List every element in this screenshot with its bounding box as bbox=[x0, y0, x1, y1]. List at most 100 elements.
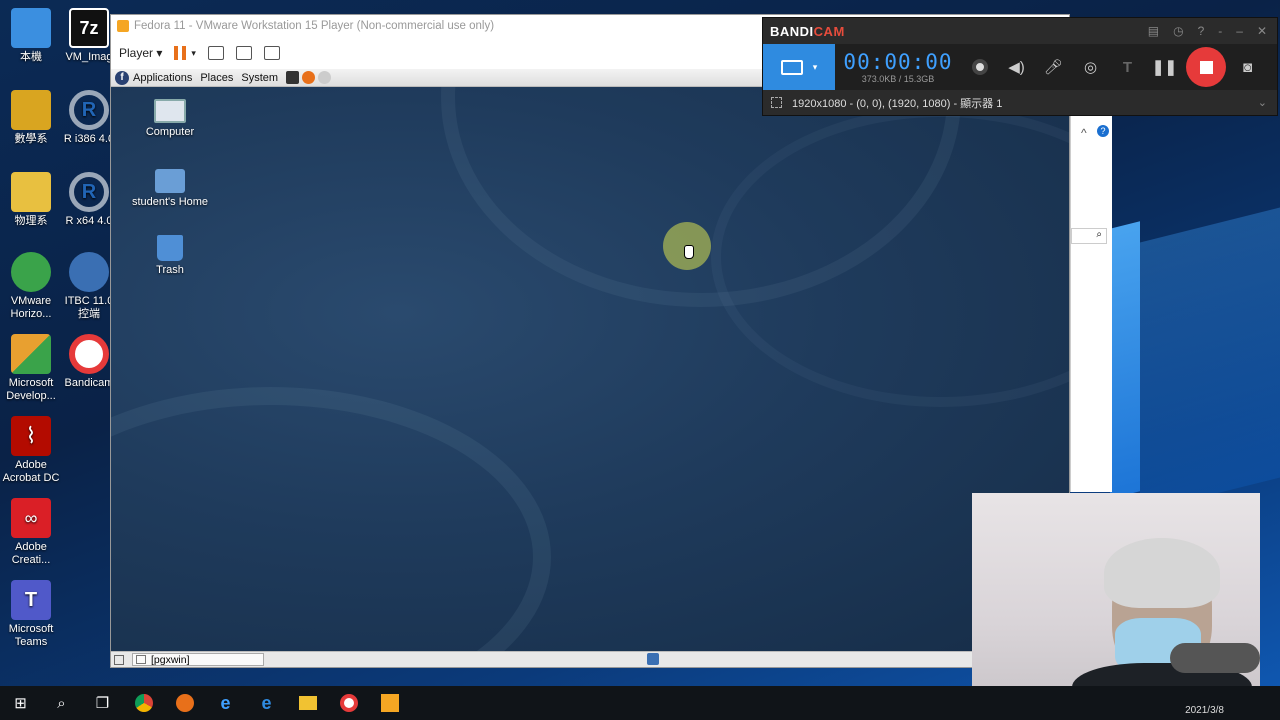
applications-menu[interactable]: f Applications bbox=[115, 70, 192, 85]
bandicam-titlebar[interactable]: BANDICAM ▤ ◷ ? - – ✕ bbox=[763, 18, 1277, 44]
webcam-overlay bbox=[972, 493, 1260, 709]
show-desktop-icon[interactable] bbox=[114, 654, 124, 665]
folder-icon bbox=[11, 90, 51, 130]
presenter-hair bbox=[1104, 538, 1220, 608]
close-icon[interactable]: ✕ bbox=[1257, 24, 1267, 38]
screenshot-button[interactable]: ◙ bbox=[1229, 44, 1266, 90]
computer-icon bbox=[154, 99, 186, 123]
microphone-button[interactable]: 🎤︎ bbox=[1035, 44, 1072, 90]
trash-icon bbox=[157, 235, 183, 261]
guest-icon-computer[interactable]: Computer bbox=[125, 99, 215, 138]
taskbar-firefox[interactable] bbox=[164, 686, 205, 720]
search-button[interactable]: ⌕ bbox=[41, 686, 82, 720]
home-folder-icon bbox=[155, 169, 185, 193]
bandicam-region-bar[interactable]: 1920x1080 - (0, 0), (1920, 1080) - 顯示器 1… bbox=[763, 90, 1277, 115]
search-icon: ⌕ bbox=[57, 694, 66, 712]
vmware-title: Fedora 11 - VMware Workstation 15 Player… bbox=[134, 20, 495, 32]
screen-mode-button[interactable]: ▾ bbox=[763, 44, 835, 90]
text-overlay-button[interactable]: T bbox=[1109, 44, 1146, 90]
monitor-icon bbox=[780, 59, 803, 75]
taskbar-window-pgxwin[interactable]: [pgxwin] bbox=[132, 653, 264, 666]
cursor-click-icon: ◎ bbox=[1083, 59, 1098, 76]
folder-icon bbox=[298, 696, 317, 710]
desktop-icon-math-dept[interactable]: 數學系 bbox=[0, 90, 62, 146]
desktop-icon-adobe-cc[interactable]: ∞ Adobe Creati... bbox=[0, 498, 62, 567]
places-menu[interactable]: Places bbox=[200, 72, 233, 84]
globe-icon bbox=[69, 252, 109, 292]
edge-icon: e bbox=[261, 692, 272, 713]
network-status-icon[interactable] bbox=[318, 71, 332, 84]
desktop-icon-this-pc[interactable]: 本機 bbox=[0, 8, 62, 64]
firefox-icon[interactable] bbox=[302, 71, 316, 84]
taskbar-chrome[interactable] bbox=[123, 686, 164, 720]
fullscreen-button[interactable] bbox=[235, 46, 252, 60]
wallpaper-light bbox=[1140, 207, 1280, 513]
chevron-up-icon[interactable]: ^ bbox=[1081, 126, 1087, 140]
folder-icon[interactable]: ▤ bbox=[1148, 24, 1159, 38]
window-icon bbox=[136, 655, 146, 664]
r-language-icon: R bbox=[69, 172, 109, 212]
network-icon bbox=[207, 46, 224, 60]
wallpaper-light bbox=[1110, 221, 1140, 499]
taskbar-file-explorer[interactable] bbox=[287, 686, 328, 720]
chevron-down-icon[interactable]: ⌄ bbox=[1258, 96, 1267, 109]
task-view-icon: ❐ bbox=[95, 695, 110, 712]
vmware-logo-icon bbox=[117, 20, 129, 32]
clock-icon[interactable]: ◷ bbox=[1173, 24, 1183, 38]
workspace-switcher-icon[interactable] bbox=[647, 653, 659, 665]
vmware-icon bbox=[380, 694, 399, 712]
text-icon: T bbox=[1122, 58, 1133, 76]
pause-icon: ❚❚ bbox=[1151, 59, 1178, 76]
computer-icon bbox=[11, 8, 51, 48]
unity-button[interactable] bbox=[263, 46, 280, 60]
fullscreen-icon bbox=[235, 46, 252, 60]
start-button[interactable]: ⊞ bbox=[0, 686, 41, 720]
taskbar-bandicam[interactable] bbox=[328, 686, 369, 720]
gnome-bottom-panel: [pgxwin] bbox=[111, 651, 1069, 667]
windows-taskbar: ⊞ ⌕ ❐ e e 2021/3/8 bbox=[0, 686, 1280, 720]
taskbar-ie[interactable]: e bbox=[205, 686, 246, 720]
guest-icon-trash[interactable]: Trash bbox=[125, 235, 215, 276]
firefox-icon bbox=[175, 694, 194, 712]
webcam-button[interactable] bbox=[961, 44, 998, 90]
taskbar-vmware[interactable] bbox=[369, 686, 410, 720]
hand-cursor-icon bbox=[684, 245, 694, 259]
mouse-effect-button[interactable]: ◎ bbox=[1072, 44, 1109, 90]
camera-icon: ◙ bbox=[1242, 58, 1253, 76]
search-icon[interactable]: ⌕ bbox=[1071, 228, 1107, 244]
send-ctrl-alt-del-button[interactable] bbox=[207, 46, 224, 60]
desktop-icon-teams[interactable]: T Microsoft Teams bbox=[0, 580, 62, 649]
speaker-button[interactable]: ◀) bbox=[998, 44, 1035, 90]
teams-icon: T bbox=[11, 580, 51, 620]
creative-cloud-icon: ∞ bbox=[11, 498, 51, 538]
vmware-horizon-icon bbox=[11, 252, 51, 292]
pause-record-button[interactable]: ❚❚ bbox=[1146, 44, 1183, 90]
task-view-button[interactable]: ❐ bbox=[82, 686, 123, 720]
player-menu-button[interactable]: Player ▾ bbox=[119, 46, 162, 60]
webcam-icon bbox=[971, 59, 988, 75]
windows-logo-icon: ⊞ bbox=[14, 695, 27, 712]
stop-record-button[interactable] bbox=[1183, 44, 1229, 90]
bandicam-controls: ▾ 00:00:00 373.0KB / 15.3GB ◀) 🎤︎ ◎ T ❚❚… bbox=[763, 44, 1277, 90]
taskbar-clock-date[interactable]: 2021/3/8 bbox=[1185, 705, 1224, 716]
bandicam-window[interactable]: BANDICAM ▤ ◷ ? - – ✕ ▾ 00:00:00 373.0KB … bbox=[762, 17, 1278, 116]
pause-button[interactable]: ▾ bbox=[174, 46, 196, 60]
microphone bbox=[1170, 643, 1260, 673]
desktop-icon-ms-develop[interactable]: Microsoft Develop... bbox=[0, 334, 62, 403]
7zip-icon: 7z bbox=[69, 8, 109, 48]
fedora-desktop[interactable]: Computer student's Home Trash bbox=[111, 87, 1069, 651]
help-icon[interactable]: ? bbox=[1198, 24, 1205, 38]
desktop-icon-physics-dept[interactable]: 物理系 bbox=[0, 172, 62, 228]
help-icon[interactable]: ? bbox=[1097, 125, 1109, 137]
terminal-icon[interactable] bbox=[286, 71, 300, 84]
minimize-icon[interactable]: - bbox=[1218, 24, 1222, 38]
minimize-button[interactable]: – bbox=[1236, 24, 1243, 38]
chevron-down-icon: ▾ bbox=[812, 61, 818, 72]
system-menu[interactable]: System bbox=[241, 72, 278, 84]
bandicam-icon bbox=[69, 334, 109, 374]
guest-icon-home[interactable]: student's Home bbox=[125, 169, 215, 208]
desktop-icon-acrobat[interactable]: ⌇ Adobe Acrobat DC bbox=[0, 416, 62, 485]
desktop-icon-vmware-horizon[interactable]: VMware Horizo... bbox=[0, 252, 62, 321]
taskbar-edge[interactable]: e bbox=[246, 686, 287, 720]
background-window[interactable]: ^ ? ⌕ bbox=[1070, 116, 1112, 492]
